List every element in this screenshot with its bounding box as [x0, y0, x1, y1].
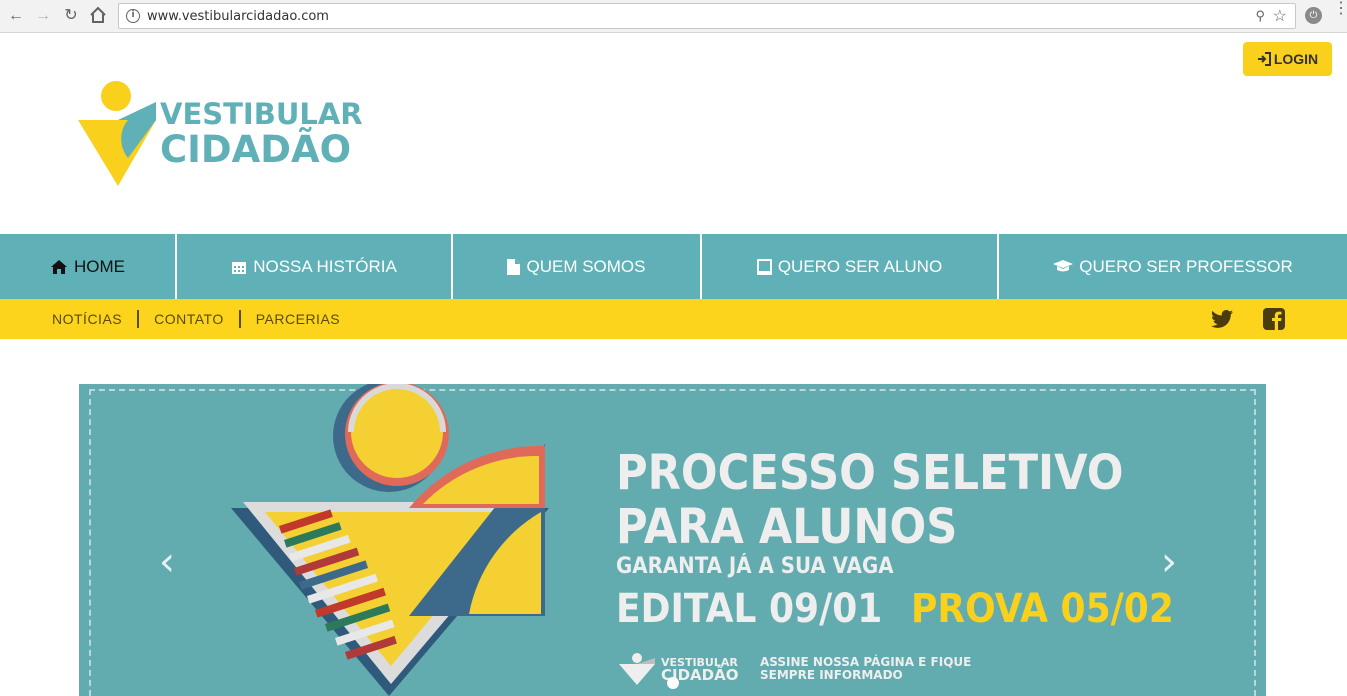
carousel-indicator[interactable] [667, 677, 679, 689]
banner-prova: PROVA 05/02 [911, 586, 1174, 632]
address-bar[interactable]: i www.vestibularcidadao.com ⚲ ☆ [118, 3, 1296, 29]
browser-toolbar: ← → ↻ i www.vestibularcidadao.com ⚲ ☆ ⏻ … [0, 0, 1347, 33]
star-icon[interactable]: ☆ [1273, 6, 1287, 26]
graduation-cap-icon [1053, 260, 1074, 272]
subnav-link-parcerias[interactable]: PARCERIAS [256, 311, 340, 327]
twitter-icon[interactable] [1211, 308, 1233, 330]
power-icon[interactable]: ⏻ [1305, 7, 1322, 24]
calendar-icon [232, 261, 247, 274]
nav-item-home[interactable]: HOME [0, 234, 177, 299]
login-button[interactable]: LOGIN [1243, 42, 1332, 76]
nav-item-quero-ser-professor[interactable]: QUERO SER PROFESSOR [999, 234, 1347, 299]
nav-label-quero-ser-aluno: QUERO SER ALUNO [777, 256, 943, 276]
nav-label-quem-somos: QUEM SOMOS [526, 256, 646, 276]
logo-text[interactable]: VESTIBULAR CIDADÃO [160, 96, 363, 168]
url-text: www.vestibularcidadao.com [147, 9, 329, 24]
nav-label-nossa-historia: NOSSA HISTÓRIA [253, 256, 397, 276]
banner-edital: EDITAL 09/01 [616, 586, 883, 632]
forward-icon[interactable]: → [33, 6, 53, 26]
banner-heading-line-2: PARA ALUNOS [616, 499, 958, 555]
nav-label-home: HOME [74, 256, 125, 276]
hero-carousel[interactable]: PROCESSO SELETIVO PARA ALUNOS GARANTA JÁ… [79, 384, 1266, 696]
banner-mini-logo-icon [619, 653, 655, 685]
home-icon [51, 259, 67, 274]
logo-line-1: VESTIBULAR [160, 97, 363, 131]
secondary-navigation: NOTÍCIAS CONTATO PARCERIAS [0, 299, 1347, 339]
banner-assine-text: ASSINE NOSSA PÁGINA E FIQUE SEMPRE INFOR… [760, 655, 972, 682]
menu-icon[interactable]: ⋮ [1333, 1, 1347, 17]
logo-line-2: CIDADÃO [160, 128, 352, 171]
divider [238, 310, 241, 328]
info-icon[interactable]: i [126, 9, 140, 23]
back-icon[interactable]: ← [6, 6, 26, 26]
key-icon[interactable]: ⚲ [1255, 8, 1265, 24]
banner-heading: PROCESSO SELETIVO PARA ALUNOS [616, 446, 1124, 554]
nav-item-quero-ser-aluno[interactable]: QUERO SER ALUNO [702, 234, 999, 299]
banner-heading-line-1: PROCESSO SELETIVO [616, 445, 1124, 501]
subnav-link-noticias[interactable]: NOTÍCIAS [52, 311, 122, 327]
nav-item-quem-somos[interactable]: QUEM SOMOS [453, 234, 702, 299]
login-label: LOGIN [1273, 51, 1319, 67]
carousel-next-icon[interactable]: › [1161, 542, 1177, 582]
nav-item-nossa-historia[interactable]: NOSSA HISTÓRIA [177, 234, 453, 299]
login-icon [1257, 52, 1271, 66]
nav-label-quero-ser-professor: QUERO SER PROFESSOR [1079, 256, 1293, 276]
divider [137, 310, 140, 328]
subnav-link-contato[interactable]: CONTATO [154, 311, 224, 327]
banner-logo-illustration [231, 384, 549, 696]
facebook-icon[interactable] [1263, 308, 1285, 330]
main-navigation: HOME NOSSA HISTÓRIA QUEM SOMOS QUERO SER… [0, 234, 1347, 299]
banner-subheading: GARANTA JÁ A SUA VAGA [616, 554, 894, 579]
carousel-prev-icon[interactable]: ‹ [159, 542, 175, 582]
reload-icon[interactable]: ↻ [61, 6, 81, 26]
book-icon [756, 258, 772, 275]
home-icon[interactable] [88, 6, 108, 26]
document-icon [507, 258, 521, 275]
